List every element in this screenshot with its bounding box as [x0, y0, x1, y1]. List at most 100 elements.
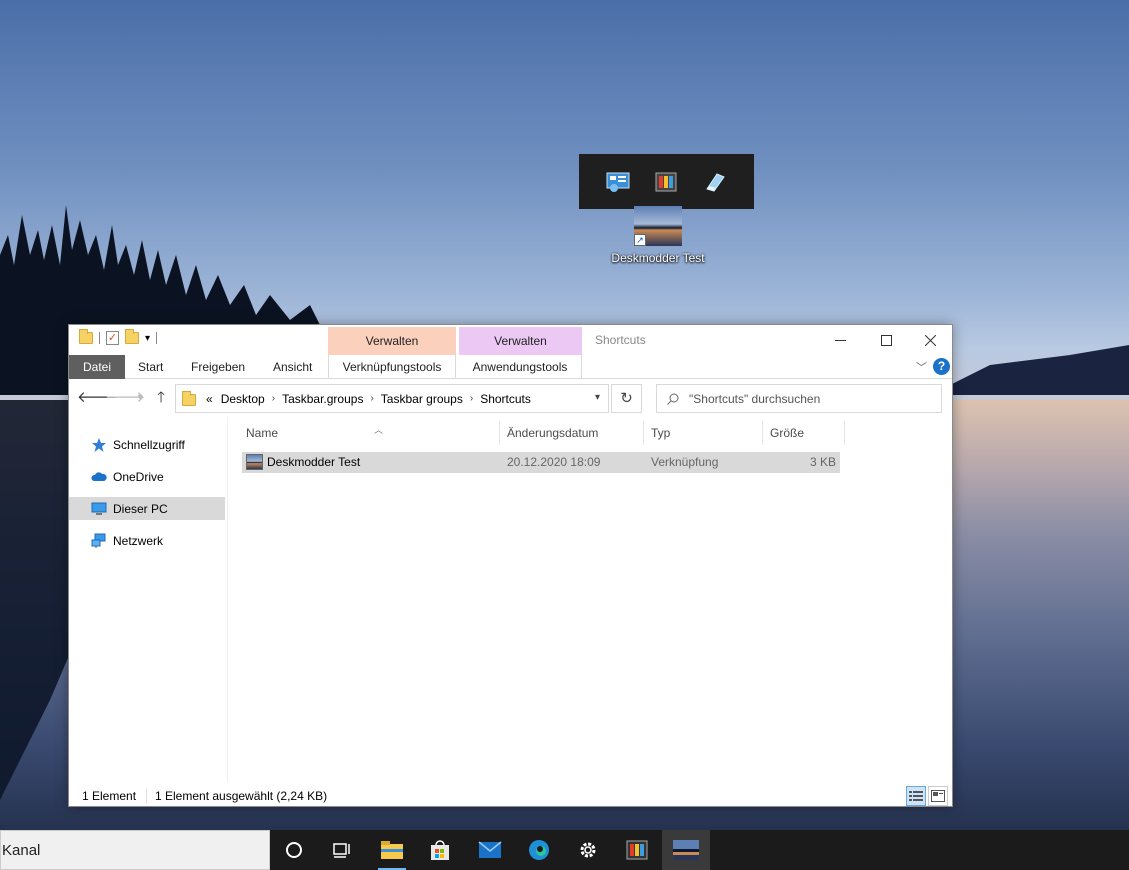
title-bar: ✓ ▾ Verwalten Verwalten Shortcuts	[69, 325, 952, 355]
expand-ribbon-icon[interactable]: ﹀	[916, 359, 927, 375]
file-type: Verknüpfung	[651, 455, 719, 469]
status-bar: 1 Element 1 Element ausgewählt (2,24 KB)	[69, 785, 952, 807]
taskbar-group-deskmodder[interactable]	[662, 830, 710, 870]
tab-anwendungstools[interactable]: Anwendungstools	[459, 355, 582, 379]
chevron-down-icon[interactable]: ▾	[595, 392, 600, 403]
desktop-shortcut[interactable]: ↗ Deskmodder Test	[605, 206, 711, 265]
details-view-button[interactable]	[906, 786, 926, 806]
star-icon	[92, 437, 106, 452]
file-name: Deskmodder Test	[267, 455, 361, 469]
tab-ansicht[interactable]: Ansicht	[273, 355, 312, 379]
close-button[interactable]	[907, 325, 953, 355]
sidebar-item-onedrive[interactable]: OneDrive	[69, 465, 225, 488]
tab-freigeben[interactable]: Freigeben	[191, 355, 245, 379]
quick-access-toolbar: ✓ ▾	[79, 329, 158, 345]
color-app-icon[interactable]	[653, 169, 679, 195]
folder-icon	[79, 329, 93, 344]
window-title: Shortcuts	[595, 333, 646, 347]
details-view-icon	[909, 791, 923, 801]
shortcut-thumbnail: ↗	[634, 206, 682, 246]
sidebar-item-label: Dieser PC	[113, 501, 168, 516]
sidebar-item-netzwerk[interactable]: Netzwerk	[69, 529, 225, 552]
taskbar-color-app[interactable]	[613, 830, 661, 870]
properties-icon[interactable]: ✓	[106, 331, 119, 345]
large-icons-view-icon	[931, 790, 945, 802]
shortcut-arrow-icon: ↗	[634, 234, 646, 246]
back-button[interactable]: 🡐	[77, 388, 117, 408]
taskbar-mail[interactable]	[466, 830, 514, 870]
minimize-button[interactable]	[817, 325, 863, 355]
breadcrumb-shortcuts[interactable]: Shortcuts	[480, 392, 531, 406]
context-tab-header-shortcut: Verwalten	[328, 327, 456, 355]
taskbar-settings[interactable]	[564, 830, 612, 870]
new-folder-icon[interactable]	[125, 329, 139, 344]
color-app-icon	[626, 840, 648, 860]
cloud-icon	[91, 471, 107, 481]
store-icon	[431, 840, 449, 860]
large-icons-view-button[interactable]	[928, 786, 948, 806]
maximize-icon	[880, 334, 892, 346]
forward-button[interactable]: 🡒	[105, 388, 145, 408]
address-bar[interactable]: « Desktop › Taskbar.groups › Taskbar gro…	[175, 384, 609, 413]
eraser-app-icon[interactable]	[702, 169, 728, 195]
task-view-icon	[333, 843, 350, 858]
context-tab-header-application: Verwalten	[459, 327, 582, 355]
chevron-right-icon[interactable]: ›	[272, 393, 275, 404]
close-icon	[924, 334, 936, 346]
sidebar-item-dieser-pc[interactable]: Dieser PC	[69, 497, 225, 520]
ribbon-tabs: Datei Start Freigeben Ansicht Verknüpfun…	[69, 355, 952, 379]
search-placeholder: "Shortcuts" durchsuchen	[689, 391, 821, 406]
edge-icon	[529, 840, 549, 860]
file-explorer-icon	[381, 841, 403, 859]
sidebar-item-label: Schnellzugriff	[113, 437, 185, 452]
taskbar: Kanal	[0, 830, 1129, 870]
refresh-button[interactable]: ↻	[611, 384, 642, 413]
shortcut-file-icon	[246, 454, 263, 470]
desktop-shortcut-label: Deskmodder Test	[611, 251, 705, 265]
task-view-button[interactable]	[318, 830, 366, 870]
search-icon	[667, 393, 679, 405]
chevron-right-icon[interactable]: ›	[370, 393, 373, 404]
breadcrumb-desktop[interactable]: Desktop	[221, 392, 265, 406]
taskbar-store[interactable]	[416, 830, 464, 870]
column-header-type[interactable]: Typ	[644, 421, 763, 445]
network-icon	[91, 533, 106, 548]
selection-info: 1 Element ausgewählt (2,24 KB)	[155, 789, 328, 803]
taskbar-search-box[interactable]: Kanal	[0, 830, 270, 870]
maximize-button[interactable]	[863, 325, 909, 355]
navigation-pane: Schnellzugriff OneDrive Dieser PC Netzwe…	[69, 417, 227, 782]
landscape-group-icon	[673, 840, 699, 860]
breadcrumb-taskbar-groups-folder[interactable]: Taskbar.groups	[282, 392, 363, 406]
search-input[interactable]: "Shortcuts" durchsuchen	[656, 384, 942, 413]
cortana-icon	[286, 842, 302, 858]
navigation-bar: 🡐 🡒 ▾ 🡑 « Desktop › Taskbar.groups › Tas…	[69, 379, 952, 417]
column-header-size[interactable]: Größe	[763, 421, 845, 445]
taskbar-edge[interactable]	[515, 830, 563, 870]
sort-ascending-icon: ︿	[374, 425, 384, 435]
breadcrumb-overflow[interactable]: «	[206, 392, 213, 406]
gear-icon	[580, 842, 596, 858]
file-list: ︿ Name Änderungsdatum Typ Größe Deskmodd…	[229, 417, 952, 782]
column-header-name[interactable]: ︿ Name	[239, 421, 500, 445]
table-row[interactable]: Deskmodder Test 20.12.2020 18:09 Verknüp…	[242, 452, 840, 473]
cortana-button[interactable]	[270, 830, 318, 870]
recent-locations-icon[interactable]: ▾	[129, 388, 151, 408]
tab-datei[interactable]: Datei	[69, 355, 125, 379]
customize-toolbar-icon[interactable]: ▾	[145, 333, 150, 344]
sidebar-item-schnellzugriff[interactable]: Schnellzugriff	[69, 433, 225, 456]
chevron-right-icon[interactable]: ›	[470, 393, 473, 404]
file-explorer-window: ✓ ▾ Verwalten Verwalten Shortcuts Datei …	[68, 324, 953, 807]
control-panel-icon[interactable]	[605, 169, 631, 195]
mail-icon	[478, 841, 502, 858]
tab-verknuepfungstools[interactable]: Verknüpfungstools	[328, 355, 456, 379]
sidebar-item-label: OneDrive	[113, 469, 164, 484]
tab-start[interactable]: Start	[138, 355, 163, 379]
minimize-icon	[834, 339, 846, 341]
computer-icon	[91, 502, 107, 515]
taskbar-file-explorer[interactable]	[368, 830, 416, 870]
folder-icon	[182, 391, 196, 406]
help-button[interactable]: ?	[933, 358, 950, 375]
breadcrumb-taskbar-groups[interactable]: Taskbar groups	[381, 392, 463, 406]
column-header-date[interactable]: Änderungsdatum	[500, 421, 644, 445]
up-button[interactable]: 🡑	[150, 388, 172, 408]
